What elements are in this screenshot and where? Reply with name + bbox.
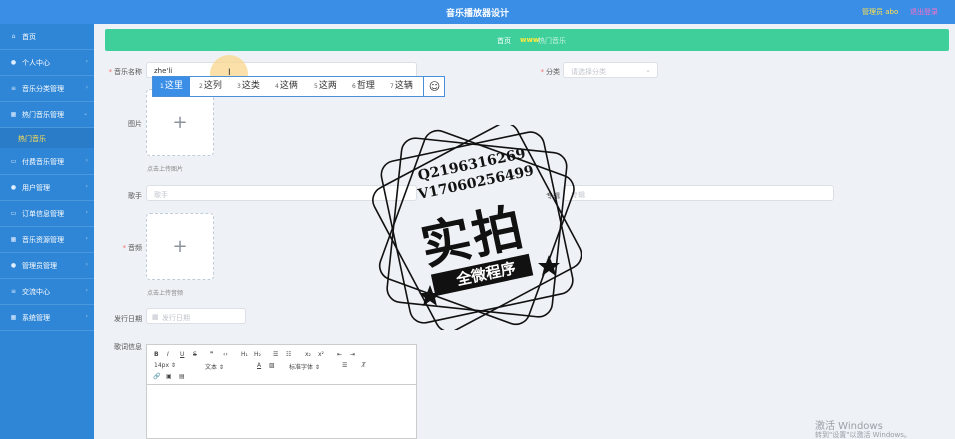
font-size-select[interactable]: 14px ⇕ (154, 362, 176, 369)
chevron-right-icon: › (85, 183, 88, 190)
release-date-input[interactable]: ▦ 发行日期 (146, 308, 246, 324)
sidebar-subitem-hot-music[interactable]: 热门音乐 (0, 128, 94, 148)
quote-icon[interactable]: ❞ (210, 351, 213, 358)
underline-button[interactable]: U (180, 351, 184, 358)
chevron-right-icon: › (85, 313, 88, 320)
indent-icon[interactable]: ⇥ (350, 351, 355, 358)
audio-label: * 音频 (122, 244, 143, 252)
breadcrumb: 首页 www 热门音乐 (105, 29, 949, 51)
code-icon[interactable]: ‹› (223, 351, 228, 358)
chevron-down-icon: ⌄ (82, 110, 88, 117)
page-title: 音乐播放器设计 (445, 9, 509, 19)
highlight-icon[interactable]: ▨ (269, 362, 275, 369)
chat-icon: ≡ (10, 288, 17, 295)
ime-candidate[interactable]: 3这类 (237, 77, 260, 96)
bullet-list-icon[interactable]: ☷ (286, 351, 291, 358)
sidebar-item-orders[interactable]: ▭ 订单信息管理 › (0, 201, 94, 227)
ime-candidate[interactable]: 7这辆 (390, 77, 413, 96)
link-icon[interactable]: 🔗 (153, 373, 160, 380)
album-input[interactable]: 专辑 (563, 185, 834, 201)
windows-activation-hint: 转到"设置"以激活 Windows。 (815, 431, 911, 439)
order-icon: ▭ (10, 210, 17, 217)
chevron-right-icon: › (85, 287, 88, 294)
h1-button[interactable]: H₁ (241, 351, 248, 358)
stamp-watermark: Q2196316269 V17060256499 实拍 全微程序 (372, 122, 583, 333)
sidebar-item-system[interactable]: ▦ 系统管理 › (0, 305, 94, 331)
card-icon: ▭ (10, 158, 17, 165)
outdent-icon[interactable]: ⇤ (337, 351, 342, 358)
users-icon: ● (10, 184, 17, 191)
sidebar: ⌂ 首页 ● 个人中心 › ≡ 音乐分类管理 › ▦ 热门音乐管理 ⌄ 热门音乐 ▭ 付费音乐管… (0, 24, 94, 439)
breadcrumb-home[interactable]: 首页 (497, 36, 511, 46)
sidebar-item-music-resources[interactable]: ▦ 音乐资源管理 › (0, 227, 94, 253)
home-icon: ⌂ (11, 33, 16, 40)
folder-icon: ▦ (10, 236, 17, 243)
music-name-label: * 音乐名称 (108, 68, 143, 76)
subscript-button[interactable]: x₂ (305, 351, 311, 358)
ime-candidate[interactable]: 4这俩 (275, 77, 298, 96)
audio-upload-hint: 点击上传音频 (147, 290, 184, 297)
grid-icon: ▦ (10, 111, 17, 118)
breadcrumb-current: 热门音乐 (538, 37, 566, 45)
bold-button[interactable]: B (154, 351, 159, 358)
admin-icon: ● (10, 262, 17, 269)
current-user[interactable]: 管理员 abo (862, 7, 898, 17)
breadcrumb-separator: www (520, 36, 540, 44)
clear-format-icon[interactable]: T̸ (362, 362, 366, 369)
list-icon: ≡ (10, 85, 17, 92)
image-icon[interactable]: ▣ (166, 373, 172, 380)
person-icon: ● (10, 59, 17, 66)
ime-candidate[interactable]: 6哲理 (352, 77, 375, 96)
calendar-icon: ▦ (152, 313, 159, 321)
category-label: * 分类 (540, 68, 561, 76)
lyrics-editor[interactable]: B I U S ❞ ‹› H₁ H₂ ☰ ☷ x₂ x² ⇤ ⇥ 14px ⇕ … (146, 344, 417, 439)
sidebar-item-paid-music[interactable]: ▭ 付费音乐管理 › (0, 149, 94, 175)
font-family-select[interactable]: 标准字体 ⇕ (289, 362, 320, 371)
release-date-label: 发行日期 (114, 315, 142, 323)
plus-icon: + (172, 111, 188, 133)
text-style-select[interactable]: 文本 ⇕ (205, 362, 224, 371)
top-bar: 音乐播放器设计 管理员 abo 退出登录 (0, 0, 955, 24)
plus-icon: + (172, 235, 188, 257)
ime-candidate[interactable]: 5这两 (314, 77, 337, 96)
align-icon[interactable]: ☰ (342, 362, 347, 369)
category-select[interactable]: 请选择分类 ⌄ (563, 62, 658, 78)
sidebar-item-forum[interactable]: ≡ 交流中心 › (0, 279, 94, 305)
ime-candidate-bar: 1这里 2这列 3这类 4这俩 5这两 6哲理 7这辆 ☺ (152, 76, 445, 97)
chevron-down-icon: ⌄ (645, 66, 651, 74)
superscript-button[interactable]: x² (318, 351, 324, 358)
chevron-right-icon: › (85, 209, 88, 216)
sidebar-item-music-category[interactable]: ≡ 音乐分类管理 › (0, 76, 94, 102)
sidebar-item-users[interactable]: ● 用户管理 › (0, 175, 94, 201)
chevron-right-icon: › (85, 84, 88, 91)
lyrics-label: 歌词信息 (114, 343, 142, 351)
image-upload[interactable]: + (146, 89, 214, 156)
video-icon[interactable]: ▤ (179, 373, 185, 380)
audio-upload[interactable]: + (146, 213, 214, 280)
logout-link[interactable]: 退出登录 (910, 7, 938, 17)
singer-label: 歌手 (128, 192, 142, 200)
strike-button[interactable]: S (193, 351, 197, 358)
italic-button[interactable]: I (167, 351, 169, 358)
h2-button[interactable]: H₂ (254, 351, 261, 358)
sidebar-item-profile[interactable]: ● 个人中心 › (0, 50, 94, 76)
ime-candidate[interactable]: 1这里 (153, 77, 190, 96)
ordered-list-icon[interactable]: ☰ (273, 351, 278, 358)
sidebar-item-admins[interactable]: ● 管理员管理 › (0, 253, 94, 279)
font-color-icon[interactable]: A (257, 362, 261, 369)
chevron-right-icon: › (85, 261, 88, 268)
sidebar-item-hot-music[interactable]: ▦ 热门音乐管理 ⌄ (0, 102, 94, 128)
chevron-right-icon: › (85, 235, 88, 242)
ime-candidate[interactable]: 2这列 (199, 77, 222, 96)
settings-icon: ▦ (10, 314, 17, 321)
editor-toolbar: B I U S ❞ ‹› H₁ H₂ ☰ ☷ x₂ x² ⇤ ⇥ 14px ⇕ … (147, 345, 416, 385)
sidebar-item-home[interactable]: ⌂ 首页 (0, 24, 94, 50)
chevron-right-icon: › (85, 157, 88, 164)
image-label: 图片 (128, 120, 142, 128)
emoji-icon[interactable]: ☺ (423, 77, 445, 96)
image-upload-hint: 点击上传图片 (147, 166, 184, 173)
chevron-right-icon: › (85, 58, 88, 65)
